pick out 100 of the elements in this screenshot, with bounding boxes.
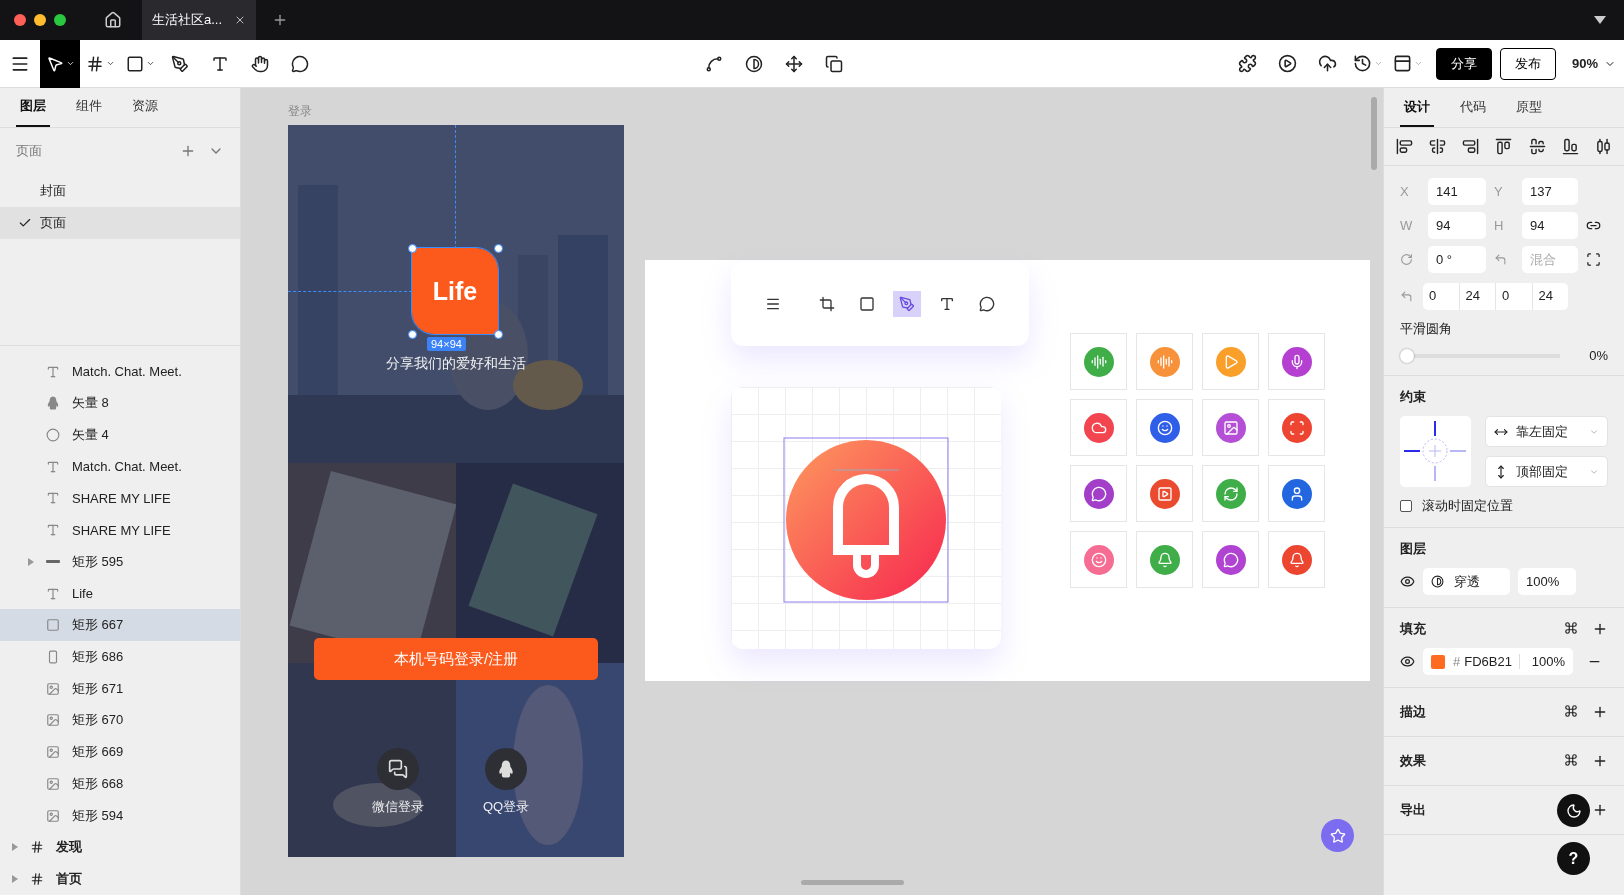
square-icon [46, 618, 60, 633]
caret-icon[interactable] [105, 59, 115, 68]
page-item[interactable]: 封面 [0, 175, 240, 207]
pointer-tool[interactable] [40, 39, 80, 88]
move-arrows-icon[interactable] [785, 54, 803, 73]
layer-item[interactable]: SHARE MY LIFE [0, 482, 240, 515]
visibility-icon[interactable] [1400, 574, 1415, 589]
panel-tab[interactable]: 代码 [1456, 88, 1490, 127]
align-icon[interactable] [1594, 138, 1612, 155]
layer-item[interactable]: 矩形 668 [0, 768, 240, 800]
align-icon[interactable] [1462, 138, 1480, 155]
layer-item[interactable]: 发现 [0, 831, 240, 864]
number-field[interactable]: 137 [1522, 178, 1578, 205]
align-icon[interactable] [1528, 138, 1546, 155]
corner-field[interactable]: 24 [1458, 283, 1495, 310]
rectangle-icon [46, 650, 60, 664]
qq-login-button[interactable]: QQ登录 [461, 748, 551, 816]
publish-button[interactable]: 发布 [1499, 47, 1556, 80]
minimize-window-button[interactable] [34, 14, 46, 26]
frame-icon[interactable] [85, 54, 104, 73]
resize-handle[interactable] [494, 330, 503, 339]
corner-field[interactable]: 24 [1531, 283, 1568, 310]
number-field[interactable]: 94 [1428, 212, 1486, 239]
hand-icon[interactable] [251, 54, 269, 73]
layer-item[interactable]: 矩形 670 [0, 704, 240, 737]
vector-icon[interactable] [705, 54, 723, 73]
corner-field[interactable]: 0 [1423, 283, 1459, 310]
star-icon[interactable] [1329, 827, 1346, 844]
home-icon[interactable] [104, 11, 122, 29]
comment-icon[interactable] [291, 54, 309, 73]
add-icon[interactable] [1592, 753, 1608, 769]
caret-icon[interactable] [145, 59, 155, 68]
style-icon[interactable] [1564, 704, 1578, 718]
favorite-button[interactable] [1321, 819, 1354, 852]
layer-item[interactable]: SHARE MY LIFE [0, 514, 240, 546]
add-icon[interactable] [1592, 802, 1608, 818]
layer-item[interactable]: 矩形 671 [0, 672, 240, 705]
pen-icon[interactable] [171, 54, 189, 73]
layer-item[interactable]: 矩形 686 [0, 641, 240, 673]
align-icon[interactable] [1396, 138, 1413, 155]
history-icon[interactable] [1352, 54, 1372, 73]
maximize-window-button[interactable] [54, 14, 66, 26]
dropdown-triangle-icon[interactable] [1594, 16, 1606, 24]
layer-item[interactable]: Match. Chat. Meet. [0, 355, 240, 388]
wechat-login-button[interactable]: 微信登录 [353, 748, 443, 816]
panel-tab[interactable]: 设计 [1400, 88, 1434, 127]
style-icon[interactable] [1564, 621, 1578, 635]
layer-item[interactable]: 矢量 8 [0, 387, 240, 420]
rotation-field[interactable]: 0 ° [1428, 246, 1486, 273]
slider-thumb[interactable] [1400, 348, 1414, 363]
opacity-field[interactable]: 100% [1518, 568, 1576, 595]
corner-field[interactable]: 0 [1495, 283, 1532, 310]
share-button[interactable]: 分享 [1435, 47, 1492, 80]
align-icon[interactable] [1495, 138, 1513, 155]
number-field[interactable]: 94 [1522, 212, 1578, 239]
add-icon[interactable] [1592, 621, 1608, 637]
text-icon[interactable] [211, 54, 229, 73]
close-window-button[interactable] [14, 14, 26, 26]
caret-icon[interactable] [65, 59, 75, 68]
layer-item[interactable]: 矩形 669 [0, 736, 240, 768]
resize-handle[interactable] [494, 244, 503, 253]
add-icon[interactable] [1592, 704, 1608, 720]
resize-handle[interactable] [408, 330, 417, 339]
layer-item[interactable]: 矩形 595 [0, 546, 240, 578]
visibility-icon[interactable] [1400, 654, 1415, 669]
align-icon[interactable] [1429, 138, 1447, 155]
layer-item[interactable]: 首页 [0, 863, 240, 895]
layer-item[interactable]: 矩形 667 [0, 609, 240, 642]
panel-tab[interactable]: 组件 [72, 88, 106, 127]
layer-item[interactable]: Life [0, 577, 240, 610]
vertical-constraint-dropdown[interactable]: 顶部固定 [1485, 456, 1608, 487]
document-tab[interactable]: 生活社区a... [142, 0, 257, 40]
half-circle-icon[interactable] [745, 54, 763, 73]
panel-tab[interactable]: 图层 [16, 88, 50, 127]
checkbox[interactable] [1400, 500, 1412, 512]
smooth-corners-label: 平滑圆角 [1400, 320, 1453, 338]
layer-item[interactable]: 矩形 594 [0, 799, 240, 832]
align-icon[interactable] [1561, 138, 1579, 155]
blend-mode-field[interactable]: 穿透 [1423, 568, 1510, 595]
corners-toggle-icon[interactable] [1586, 252, 1601, 267]
color-swatch[interactable] [1431, 654, 1445, 669]
horizontal-constraint-dropdown[interactable]: 靠左固定 [1485, 416, 1608, 447]
layer-item[interactable]: 矢量 4 [0, 419, 240, 451]
panel-tab[interactable]: 原型 [1512, 88, 1546, 127]
play-icon[interactable] [1278, 54, 1298, 73]
zoom-level[interactable]: 90% [1571, 56, 1598, 71]
layout-icon[interactable] [1392, 54, 1412, 73]
moon-icon[interactable] [1565, 802, 1582, 819]
resize-handle[interactable] [408, 244, 417, 253]
number-field[interactable]: 141 [1428, 178, 1486, 205]
pointer-icon[interactable] [45, 54, 64, 73]
page-item[interactable]: 页面 [0, 206, 240, 239]
style-icon[interactable] [1564, 753, 1578, 767]
panel-tab[interactable]: 资源 [128, 88, 162, 127]
layer-item[interactable]: Match. Chat. Meet. [0, 450, 240, 483]
overlap-squares-icon[interactable] [825, 54, 843, 73]
puzzle-icon[interactable] [1238, 54, 1258, 73]
fill-color-field[interactable]: # FD6B21 100% [1423, 648, 1573, 675]
cloud-upload-icon[interactable] [1318, 54, 1338, 73]
square-icon[interactable] [125, 54, 144, 73]
